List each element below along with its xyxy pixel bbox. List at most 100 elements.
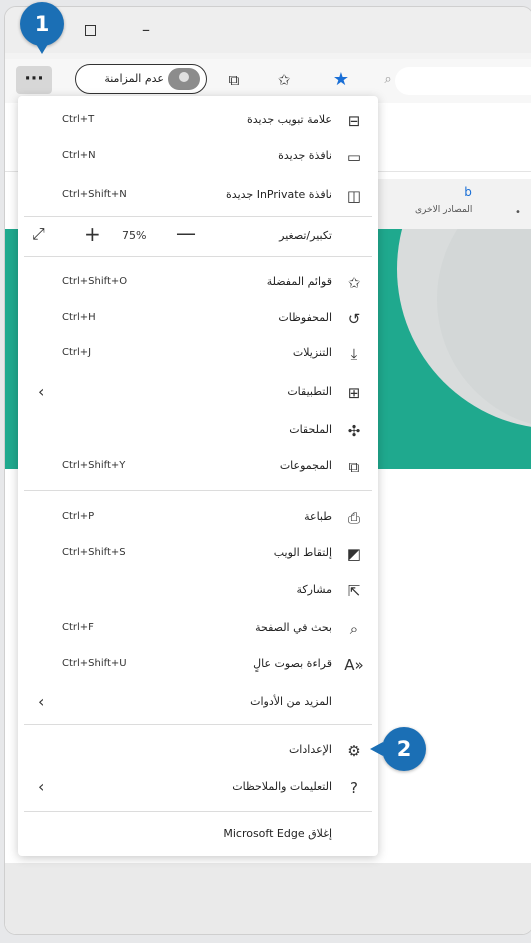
shortcut-label: Ctrl+T bbox=[62, 114, 95, 125]
fullscreen-button[interactable]: ⤢ bbox=[32, 224, 45, 244]
menu-item-find-on-page[interactable]: ⌕ بحث في الصفحة Ctrl+F bbox=[18, 612, 378, 646]
new-window-icon: ▭ bbox=[346, 148, 362, 166]
menu-item-label: المجموعات bbox=[279, 459, 332, 472]
avatar bbox=[168, 68, 200, 90]
bullet-icon: • bbox=[515, 207, 521, 218]
menu-item-label: المزيد من الأدوات bbox=[250, 695, 332, 708]
menu-item-label: علامة تبويب جديدة bbox=[246, 113, 332, 126]
find-icon: ⌕ bbox=[349, 620, 359, 638]
print-icon: ⎙ bbox=[347, 509, 360, 527]
menu-item-label: الملحقات bbox=[289, 423, 332, 436]
menu-divider bbox=[24, 256, 372, 257]
read-aloud-icon: A» bbox=[344, 656, 364, 674]
collections-icon: ⧉ bbox=[348, 458, 360, 476]
background-shape bbox=[437, 229, 531, 429]
menu-item-label: نافذة جديدة bbox=[278, 149, 332, 162]
menu-item-label: التعليمات والملاحظات bbox=[232, 780, 332, 793]
menu-item-label: بحث في الصفحة bbox=[255, 621, 332, 634]
zoom-control: ⤢ + 75% — تكبير/تصغير bbox=[18, 218, 378, 254]
menu-item-close-edge[interactable]: إغلاق Microsoft Edge bbox=[18, 818, 378, 852]
minimize-button[interactable]: – bbox=[133, 19, 159, 41]
menu-item-downloads[interactable]: ⤓ التنزيلات Ctrl+J bbox=[18, 337, 378, 371]
shortcut-label: Ctrl+H bbox=[62, 312, 96, 323]
shortcut-label: Ctrl+F bbox=[62, 622, 94, 633]
callout-step-1: 1 bbox=[20, 2, 64, 46]
inprivate-icon: ◫ bbox=[346, 187, 362, 205]
menu-item-new-inprivate-window[interactable]: ◫ نافذة InPrivate جديدة Ctrl+Shift+N bbox=[18, 179, 378, 213]
menu-item-help-and-feedback[interactable]: ? التعليمات والملاحظات ‹ bbox=[18, 771, 378, 805]
favorites-icon: ✩ bbox=[347, 274, 361, 292]
menu-item-label: إلتقاط الويب bbox=[273, 546, 332, 559]
menu-item-label: مشاركة bbox=[296, 583, 332, 596]
page-footer-area bbox=[5, 863, 531, 934]
menu-item-collections[interactable]: ⧉ المجموعات Ctrl+Shift+Y bbox=[18, 450, 378, 484]
menu-item-label: نافذة InPrivate جديدة bbox=[226, 188, 332, 201]
star-icon[interactable]: ★ bbox=[330, 69, 352, 91]
settings-and-more-button[interactable]: ··· bbox=[16, 66, 52, 94]
menu-item-settings[interactable]: ⚙ الإعدادات bbox=[18, 734, 378, 768]
gear-icon: ⚙ bbox=[347, 742, 361, 760]
menu-item-extensions[interactable]: ✣ الملحقات bbox=[18, 414, 378, 448]
menu-item-label: قراءة بصوت عالٍ bbox=[253, 657, 332, 670]
callout-pointer bbox=[36, 44, 48, 54]
menu-item-favorites[interactable]: ✩ قوائم المفضلة Ctrl+Shift+O bbox=[18, 266, 378, 300]
profile-sync-label: عدم المزامنة bbox=[104, 72, 164, 85]
menu-divider bbox=[24, 490, 372, 491]
menu-item-apps[interactable]: ⊞ التطبيقات ‹ bbox=[18, 376, 378, 410]
history-icon: ↺ bbox=[347, 310, 361, 328]
maximize-button[interactable] bbox=[77, 19, 103, 41]
shortcut-label: Ctrl+Shift+N bbox=[62, 189, 127, 200]
background-graphic-right bbox=[377, 229, 531, 469]
menu-divider bbox=[24, 216, 372, 217]
profile-button[interactable]: عدم المزامنة bbox=[75, 64, 207, 94]
settings-menu: ⊟ علامة تبويب جديدة Ctrl+T ▭ نافذة جديدة… bbox=[18, 96, 378, 856]
apps-icon: ⊞ bbox=[347, 384, 361, 402]
shortcut-label: Ctrl+Shift+O bbox=[62, 276, 128, 287]
chevron-left-icon: ‹ bbox=[38, 692, 45, 711]
shortcut-label: Ctrl+Shift+Y bbox=[62, 460, 126, 471]
zoom-label: تكبير/تصغير bbox=[279, 229, 332, 242]
favorites-list-icon[interactable]: ✩ bbox=[273, 69, 295, 91]
menu-item-label: المحفوظات bbox=[278, 311, 332, 324]
help-icon: ? bbox=[350, 779, 358, 797]
callout-step-2: 2 bbox=[370, 727, 426, 771]
zoom-out-button[interactable]: — bbox=[176, 221, 196, 245]
side-panel-header: b المصادر الاخرى • bbox=[377, 179, 531, 231]
maximize-icon bbox=[84, 25, 96, 36]
menu-item-new-tab[interactable]: ⊟ علامة تبويب جديدة Ctrl+T bbox=[18, 104, 378, 138]
zoom-level: 75% bbox=[122, 229, 147, 242]
menu-item-label: إغلاق Microsoft Edge bbox=[223, 827, 332, 840]
menu-item-label: قوائم المفضلة bbox=[266, 275, 332, 288]
menu-item-print[interactable]: ⎙ طباعة Ctrl+P bbox=[18, 501, 378, 535]
shortcut-label: Ctrl+N bbox=[62, 150, 96, 161]
address-bar[interactable] bbox=[395, 67, 531, 95]
chevron-left-icon: ‹ bbox=[38, 382, 45, 401]
menu-item-read-aloud[interactable]: A» قراءة بصوت عالٍ Ctrl+Shift+U bbox=[18, 648, 378, 682]
menu-item-new-window[interactable]: ▭ نافذة جديدة Ctrl+N bbox=[18, 140, 378, 174]
menu-item-label: طباعة bbox=[304, 510, 332, 523]
menu-item-web-capture[interactable]: ◩ إلتقاط الويب Ctrl+Shift+S bbox=[18, 537, 378, 571]
menu-item-label: التنزيلات bbox=[292, 346, 332, 359]
menu-item-share[interactable]: ⇱ مشاركة bbox=[18, 574, 378, 608]
menu-item-label: الإعدادات bbox=[288, 743, 332, 756]
new-tab-icon: ⊟ bbox=[347, 112, 361, 130]
collections-icon[interactable]: ⧉ bbox=[223, 69, 245, 91]
menu-item-label: التطبيقات bbox=[287, 385, 332, 398]
minimize-icon: – bbox=[142, 20, 150, 39]
zoom-in-button[interactable]: + bbox=[84, 222, 101, 246]
web-capture-icon: ◩ bbox=[346, 545, 362, 563]
menu-divider bbox=[24, 724, 372, 725]
panel-title: المصادر الاخرى bbox=[415, 205, 473, 215]
shortcut-label: Ctrl+Shift+U bbox=[62, 658, 127, 669]
download-icon: ⤓ bbox=[350, 345, 358, 363]
menu-item-history[interactable]: ↺ المحفوظات Ctrl+H bbox=[18, 302, 378, 336]
menu-item-more-tools[interactable]: المزيد من الأدوات ‹ bbox=[18, 686, 378, 720]
extensions-icon: ✣ bbox=[347, 422, 361, 440]
menu-divider bbox=[24, 811, 372, 812]
shortcut-label: Ctrl+J bbox=[62, 347, 92, 358]
bing-icon: b bbox=[464, 185, 472, 199]
chevron-left-icon: ‹ bbox=[38, 777, 45, 796]
shortcut-label: Ctrl+Shift+S bbox=[62, 547, 126, 558]
shortcut-label: Ctrl+P bbox=[62, 511, 95, 522]
share-icon: ⇱ bbox=[347, 582, 361, 600]
